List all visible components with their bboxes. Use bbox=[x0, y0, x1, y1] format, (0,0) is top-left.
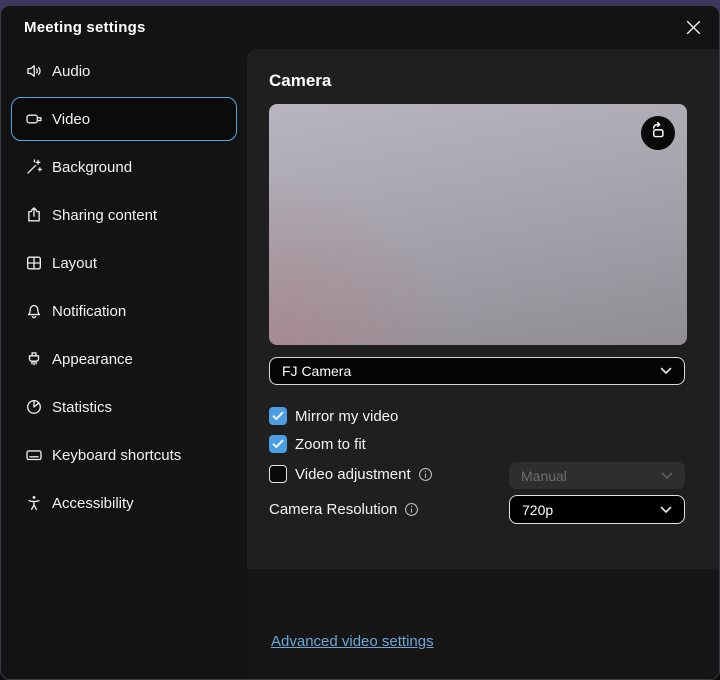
panel-footer: Advanced video settings bbox=[247, 569, 719, 679]
sidebar-item-label: Appearance bbox=[52, 351, 133, 368]
mirror-my-video-row: Mirror my video bbox=[269, 405, 398, 427]
info-icon[interactable] bbox=[418, 467, 433, 482]
sidebar-item-keyboard-shortcuts[interactable]: Keyboard shortcuts bbox=[11, 433, 237, 477]
dialog-title: Meeting settings bbox=[24, 19, 146, 36]
share-content-icon bbox=[25, 206, 43, 224]
advanced-video-settings-link[interactable]: Advanced video settings bbox=[271, 633, 434, 650]
video-adjustment-row: Video adjustment bbox=[269, 463, 433, 485]
camera-resolution-select[interactable]: 720p bbox=[509, 495, 685, 524]
camera-resolution-value: 720p bbox=[522, 502, 553, 518]
video-adjustment-mode-select: Manual bbox=[509, 462, 685, 489]
camera-resolution-row: Camera Resolution bbox=[269, 498, 419, 520]
pie-chart-icon bbox=[25, 398, 43, 416]
close-button[interactable] bbox=[678, 15, 708, 45]
camera-device-select[interactable]: FJ Camera bbox=[269, 357, 685, 385]
video-adjustment-mode-value: Manual bbox=[521, 468, 567, 484]
titlebar: Meeting settings bbox=[1, 6, 719, 49]
sidebar-item-label: Statistics bbox=[52, 399, 112, 416]
sidebar-item-background[interactable]: Background bbox=[11, 145, 237, 189]
sidebar-item-notification[interactable]: Notification bbox=[11, 289, 237, 333]
bell-icon bbox=[25, 302, 43, 320]
sidebar-item-label: Accessibility bbox=[52, 495, 134, 512]
sidebar-item-label: Video bbox=[52, 111, 90, 128]
chevron-down-icon bbox=[661, 472, 673, 480]
sidebar-item-sharing-content[interactable]: Sharing content bbox=[11, 193, 237, 237]
close-icon bbox=[686, 20, 701, 40]
info-icon[interactable] bbox=[404, 502, 419, 517]
speaker-icon bbox=[25, 62, 43, 80]
video-camera-icon bbox=[25, 110, 43, 128]
layout-grid-icon bbox=[25, 254, 43, 272]
accessibility-icon bbox=[25, 494, 43, 512]
sidebar-item-label: Audio bbox=[52, 63, 90, 80]
sidebar-item-appearance[interactable]: Appearance bbox=[11, 337, 237, 381]
section-heading: Camera bbox=[269, 71, 331, 91]
sidebar-item-video[interactable]: Video bbox=[11, 97, 237, 141]
keyboard-icon bbox=[25, 446, 43, 464]
camera-preview bbox=[269, 104, 687, 345]
sidebar-item-label: Keyboard shortcuts bbox=[52, 447, 181, 464]
mirror-my-video-checkbox[interactable] bbox=[269, 407, 287, 425]
rotate-camera-icon bbox=[648, 121, 668, 146]
camera-resolution-label: Camera Resolution bbox=[269, 501, 397, 518]
zoom-to-fit-checkbox[interactable] bbox=[269, 435, 287, 453]
mirror-my-video-label: Mirror my video bbox=[295, 408, 398, 425]
video-adjustment-label: Video adjustment bbox=[295, 466, 411, 483]
video-settings-panel: Camera FJ Camera Mirror my video bbox=[247, 49, 719, 679]
sidebar-item-statistics[interactable]: Statistics bbox=[11, 385, 237, 429]
magic-wand-icon bbox=[25, 158, 43, 176]
sidebar-item-label: Background bbox=[52, 159, 132, 176]
video-adjustment-checkbox[interactable] bbox=[269, 465, 287, 483]
sidebar-item-label: Layout bbox=[52, 255, 97, 272]
sidebar-item-layout[interactable]: Layout bbox=[11, 241, 237, 285]
sidebar-item-label: Sharing content bbox=[52, 207, 157, 224]
zoom-to-fit-label: Zoom to fit bbox=[295, 436, 366, 453]
sidebar-item-audio[interactable]: Audio bbox=[11, 49, 237, 93]
rotate-camera-button[interactable] bbox=[641, 116, 675, 150]
sidebar-item-accessibility[interactable]: Accessibility bbox=[11, 481, 237, 525]
zoom-to-fit-row: Zoom to fit bbox=[269, 433, 366, 455]
chevron-down-icon bbox=[660, 506, 672, 514]
camera-device-value: FJ Camera bbox=[282, 363, 351, 379]
chevron-down-icon bbox=[660, 367, 672, 375]
sidebar-item-label: Notification bbox=[52, 303, 126, 320]
meeting-settings-dialog: Meeting settings Audio Video Background Sha… bbox=[0, 5, 720, 680]
sidebar: Audio Video Background Sharing content Layou… bbox=[1, 49, 247, 679]
paintbrush-icon bbox=[25, 350, 43, 368]
